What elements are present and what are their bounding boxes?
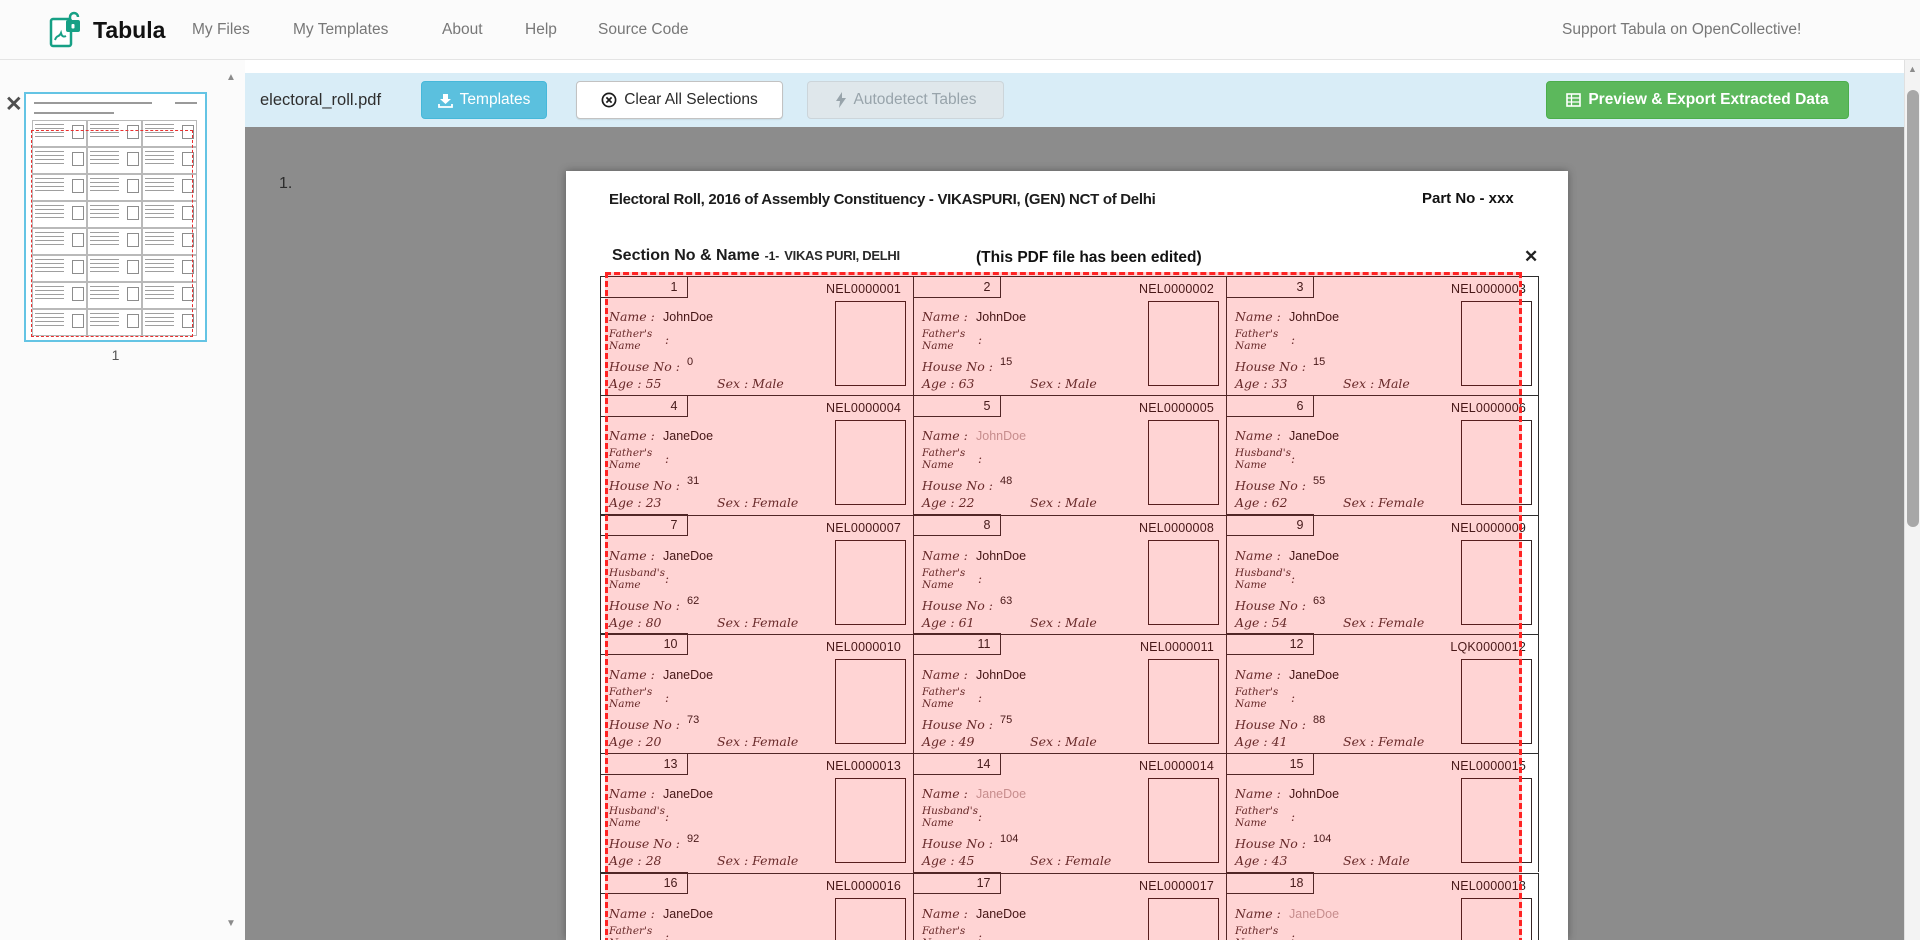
- thumb-section-line: [34, 112, 114, 114]
- page-number-label: 1.: [279, 175, 292, 193]
- selection-close-icon[interactable]: ✕: [1524, 248, 1538, 265]
- nav-my-files[interactable]: My Files: [192, 0, 250, 60]
- remove-circle-icon: [601, 92, 617, 108]
- toolbar: electoral_roll.pdf Templates Clear All S…: [245, 73, 1920, 127]
- save-icon: [438, 93, 453, 108]
- preview-export-label: Preview & Export Extracted Data: [1588, 91, 1828, 109]
- clear-all-selections-label: Clear All Selections: [624, 91, 758, 109]
- templates-button[interactable]: Templates: [421, 81, 547, 119]
- tabula-logo-icon: [47, 11, 83, 49]
- autodetect-tables-button[interactable]: Autodetect Tables: [807, 81, 1004, 119]
- thumb-title-line: [34, 102, 152, 104]
- page-thumbnail[interactable]: [24, 92, 207, 342]
- vertical-scrollbar[interactable]: ▲: [1904, 60, 1920, 940]
- pdf-page[interactable]: Electoral Roll, 2016 of Assembly Constit…: [566, 171, 1568, 940]
- document-filename: electoral_roll.pdf: [260, 73, 381, 127]
- table-selection-overlay[interactable]: [605, 272, 1522, 940]
- brand[interactable]: Tabula: [47, 11, 165, 49]
- clear-all-selections-button[interactable]: Clear All Selections: [576, 81, 783, 119]
- autodetect-tables-label: Autodetect Tables: [854, 91, 977, 109]
- pdf-viewer-canvas: 1. Electoral Roll, 2016 of Assembly Cons…: [245, 127, 1920, 940]
- sidebar-scroll-up-icon[interactable]: ▲: [226, 72, 236, 83]
- thumbnail-close-icon[interactable]: ✕: [5, 94, 23, 115]
- preview-export-button[interactable]: Preview & Export Extracted Data: [1546, 81, 1849, 119]
- thumb-partno-line: [175, 102, 197, 104]
- scroll-up-icon[interactable]: ▲: [1908, 64, 1917, 74]
- nav-my-templates[interactable]: My Templates: [293, 0, 388, 60]
- page-thumbnail-sidebar: ✕ 1 ▲ ▼: [0, 60, 245, 940]
- navbar: Tabula My Files My Templates About Help …: [0, 0, 1920, 60]
- scrollbar-thumb[interactable]: [1907, 90, 1919, 527]
- tabula-app: Tabula My Files My Templates About Help …: [0, 0, 1920, 940]
- brand-name: Tabula: [93, 17, 165, 44]
- templates-label: Templates: [460, 91, 531, 109]
- nav-help[interactable]: Help: [525, 0, 557, 60]
- thumbnail-page-number: 1: [24, 347, 207, 363]
- nav-source-code[interactable]: Source Code: [598, 0, 688, 60]
- nav-support-link[interactable]: Support Tabula on OpenCollective!: [1562, 0, 1801, 60]
- sidebar-scroll-down-icon[interactable]: ▼: [226, 918, 236, 929]
- thumb-selection-overlay: [31, 130, 193, 337]
- nav-about[interactable]: About: [442, 0, 483, 60]
- flash-icon: [835, 92, 847, 108]
- table-icon: [1566, 93, 1581, 107]
